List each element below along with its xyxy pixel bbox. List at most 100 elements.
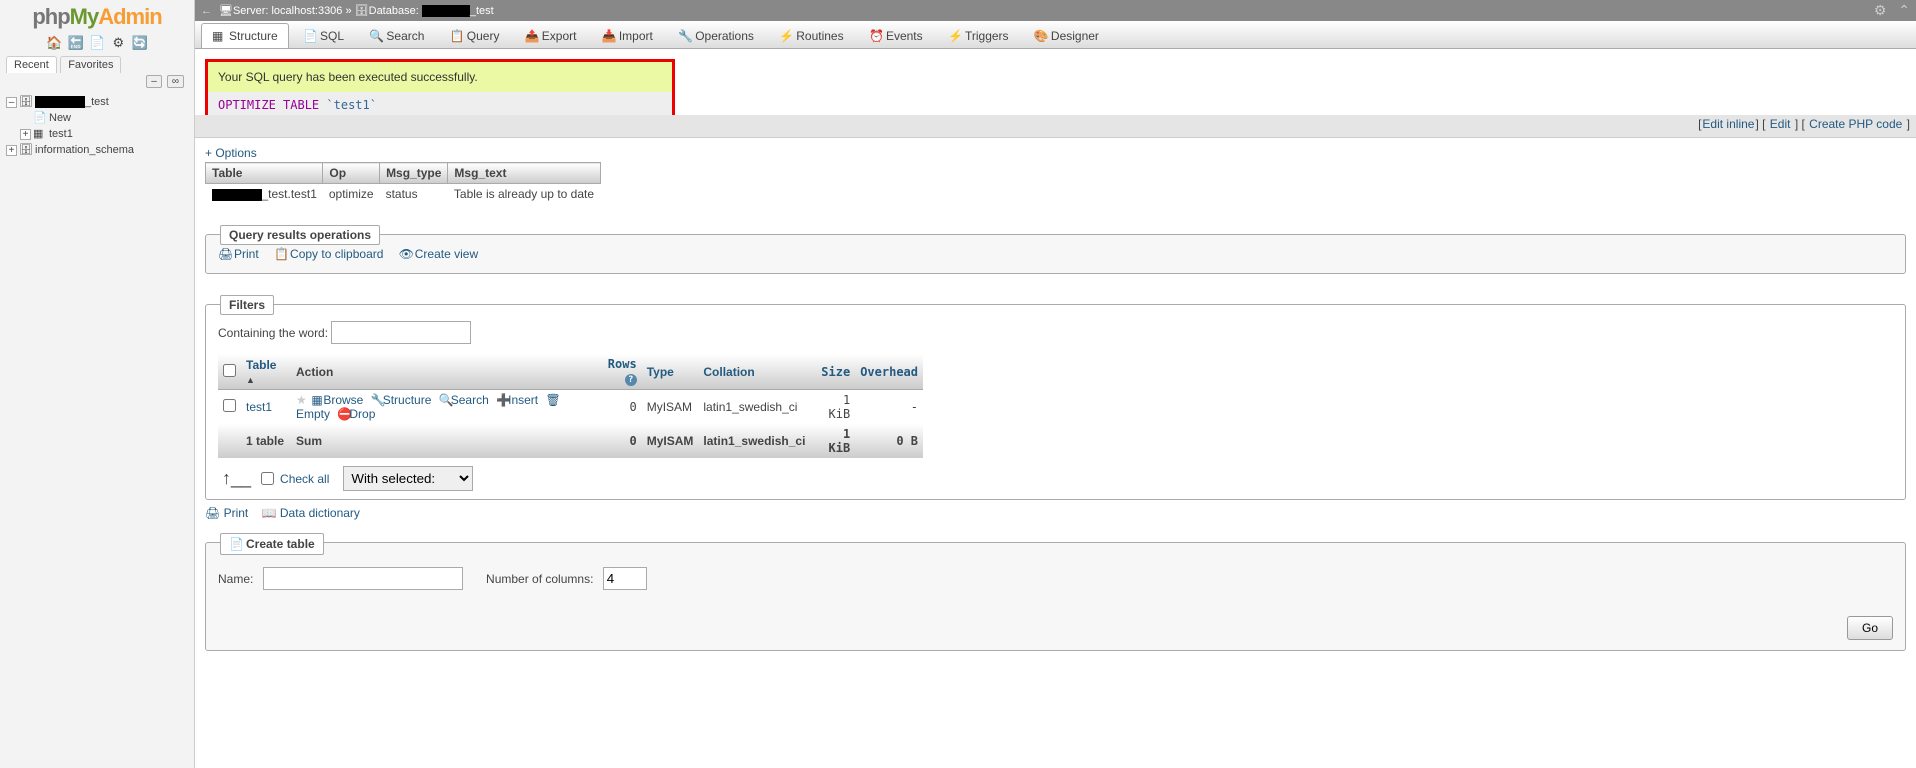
print-icon: 🖨 — [205, 506, 224, 520]
success-message: Your SQL query has been executed success… — [205, 59, 675, 121]
search-icon: 🔍 — [369, 29, 383, 43]
options-toggle[interactable]: + Options — [205, 146, 257, 160]
docs-icon[interactable]: 📄 — [89, 35, 105, 51]
filter-input[interactable] — [331, 321, 471, 344]
nav-info-schema[interactable]: + 🗄 information_schema — [6, 142, 194, 158]
tab-triggers[interactable]: ⚡Triggers — [937, 23, 1020, 48]
col-msgtext: Msg_text — [448, 163, 600, 184]
nav-new[interactable]: 📄 New — [6, 110, 194, 126]
book-icon: 📖 — [262, 506, 280, 520]
go-button[interactable]: Go — [1847, 616, 1893, 640]
collapse-icon[interactable]: – — [146, 75, 162, 88]
tab-search[interactable]: 🔍Search — [358, 23, 435, 48]
insert-link[interactable]: ➕Insert — [496, 393, 538, 407]
logo[interactable]: phpMyAdmin — [0, 0, 194, 32]
nav-table-test1[interactable]: + ▦ test1 — [6, 126, 194, 142]
table-name-link[interactable]: test1 — [246, 400, 272, 414]
home-icon[interactable]: 🏠 — [46, 35, 62, 51]
sort-overhead[interactable]: Overhead — [860, 365, 918, 379]
qro-title: Query results operations — [220, 225, 380, 245]
reload-icon[interactable]: 🔄 — [132, 35, 148, 51]
sort-type[interactable]: Type — [647, 365, 674, 379]
sidebar-quick-icons: 🏠 🔚 📄 ⚙ 🔄 — [0, 32, 194, 54]
create-view-link[interactable]: 👁Create view — [399, 247, 478, 261]
import-icon: 📥 — [602, 29, 616, 43]
checkall-row: ↑__ Check all With selected: — [218, 458, 1893, 499]
name-label: Name: — [218, 572, 253, 586]
new-icon: 📄 — [33, 111, 47, 125]
nav-db[interactable]: – 🗄 _test — [6, 94, 194, 110]
row-checkbox[interactable] — [223, 399, 236, 412]
print-link[interactable]: 🖨Print — [218, 247, 259, 261]
help-icon[interactable]: ? — [625, 374, 637, 386]
tab-favorites[interactable]: Favorites — [60, 56, 121, 73]
back-icon[interactable]: ← — [201, 5, 215, 17]
breadcrumb: ← 🖥 Server: localhost:3306 » 🗄 Database:… — [195, 0, 1916, 21]
copy-clipboard-link[interactable]: 📋Copy to clipboard — [274, 247, 383, 261]
checkall-link[interactable]: Check all — [280, 472, 329, 486]
query-action-links: [Edit inline] [ Edit ] [ Create PHP code… — [195, 115, 1916, 138]
gear-icon[interactable]: ⚙ — [1874, 2, 1887, 18]
table-icon: ▦ — [33, 127, 47, 141]
sort-table[interactable]: Table — [246, 358, 276, 372]
designer-icon: 🎨 — [1034, 29, 1048, 43]
structure-link[interactable]: 🔧Structure — [371, 393, 432, 407]
result-row: _test.test1 optimize status Table is alr… — [206, 184, 601, 205]
events-icon: ⏰ — [869, 29, 883, 43]
settings-icon[interactable]: ⚙ — [110, 35, 126, 51]
edit-link[interactable]: Edit — [1770, 117, 1791, 131]
tab-query[interactable]: 📋Query — [439, 23, 511, 48]
tab-operations[interactable]: 🔧Operations — [667, 23, 765, 48]
num-columns-input[interactable] — [603, 567, 647, 590]
database-icon: 🗄 — [19, 95, 33, 109]
clipboard-icon: 📋 — [274, 247, 288, 261]
bottom-links: 🖨 Print 📖 Data dictionary — [205, 500, 1906, 526]
search-icon: 🔍 — [439, 393, 451, 407]
insert-icon: ➕ — [496, 393, 508, 407]
tab-import[interactable]: 📥Import — [591, 23, 664, 48]
print-bottom-link[interactable]: 🖨 Print — [205, 506, 248, 520]
create-php-link[interactable]: Create PHP code — [1809, 117, 1902, 131]
tab-routines[interactable]: ⚡Routines — [768, 23, 854, 48]
query-icon: 📋 — [450, 29, 464, 43]
expand-icon[interactable]: + — [6, 145, 17, 156]
tab-sql[interactable]: 📄SQL — [292, 23, 355, 48]
tab-export[interactable]: 📤Export — [514, 23, 588, 48]
search-link[interactable]: 🔍Search — [439, 393, 489, 407]
edit-inline-link[interactable]: Edit inline — [1702, 117, 1754, 131]
filters-panel: Filters Containing the word: Table ▲ Act… — [205, 304, 1906, 500]
with-selected-dropdown[interactable]: With selected: — [343, 466, 473, 491]
browse-link[interactable]: ▦Browse — [311, 393, 363, 407]
collapse-top-icon[interactable]: ⌃ — [1898, 2, 1910, 18]
table-name-input[interactable] — [263, 567, 463, 590]
drop-link[interactable]: ⛔Drop — [337, 407, 375, 421]
link-icon[interactable]: ∞ — [167, 75, 184, 88]
logout-icon[interactable]: 🔚 — [68, 35, 84, 51]
data-dictionary-link[interactable]: 📖 Data dictionary — [262, 506, 360, 520]
checkall-checkbox[interactable] — [261, 472, 274, 485]
export-icon: 📤 — [525, 29, 539, 43]
query-results-operations: Query results operations 🖨Print 📋Copy to… — [205, 234, 1906, 274]
database-icon: 🗄 — [19, 143, 33, 157]
empty-icon: 🗑 — [545, 393, 557, 407]
sort-size[interactable]: Size — [821, 365, 850, 379]
tab-designer[interactable]: 🎨Designer — [1023, 23, 1110, 48]
sort-rows[interactable]: Rows — [608, 357, 637, 371]
tab-events[interactable]: ⏰Events — [858, 23, 934, 48]
breadcrumb-server[interactable]: Server: localhost:3306 — [233, 5, 342, 17]
checkall-header[interactable] — [223, 364, 236, 377]
star-icon[interactable]: ★ — [296, 393, 308, 407]
expand-icon[interactable]: + — [20, 129, 31, 140]
structure-icon: 🔧 — [371, 393, 383, 407]
nav-tree: – 🗄 _test 📄 New + ▦ test1 + 🗄 informatio… — [0, 92, 194, 158]
routines-icon: ⚡ — [779, 29, 793, 43]
filters-title: Filters — [220, 295, 274, 315]
sum-row: 1 table Sum 0 MyISAM latin1_swedish_ci 1… — [218, 424, 923, 458]
main: ← 🖥 Server: localhost:3306 » 🗄 Database:… — [195, 0, 1916, 768]
collapse-icon[interactable]: – — [6, 97, 17, 108]
sort-collation[interactable]: Collation — [703, 365, 754, 379]
table-list: Table ▲ Action Rows? Type Collation Size… — [218, 354, 923, 458]
tab-structure[interactable]: ▦Structure — [201, 23, 289, 48]
server-icon: 🖥 — [219, 4, 233, 17]
tab-recent[interactable]: Recent — [6, 56, 57, 73]
